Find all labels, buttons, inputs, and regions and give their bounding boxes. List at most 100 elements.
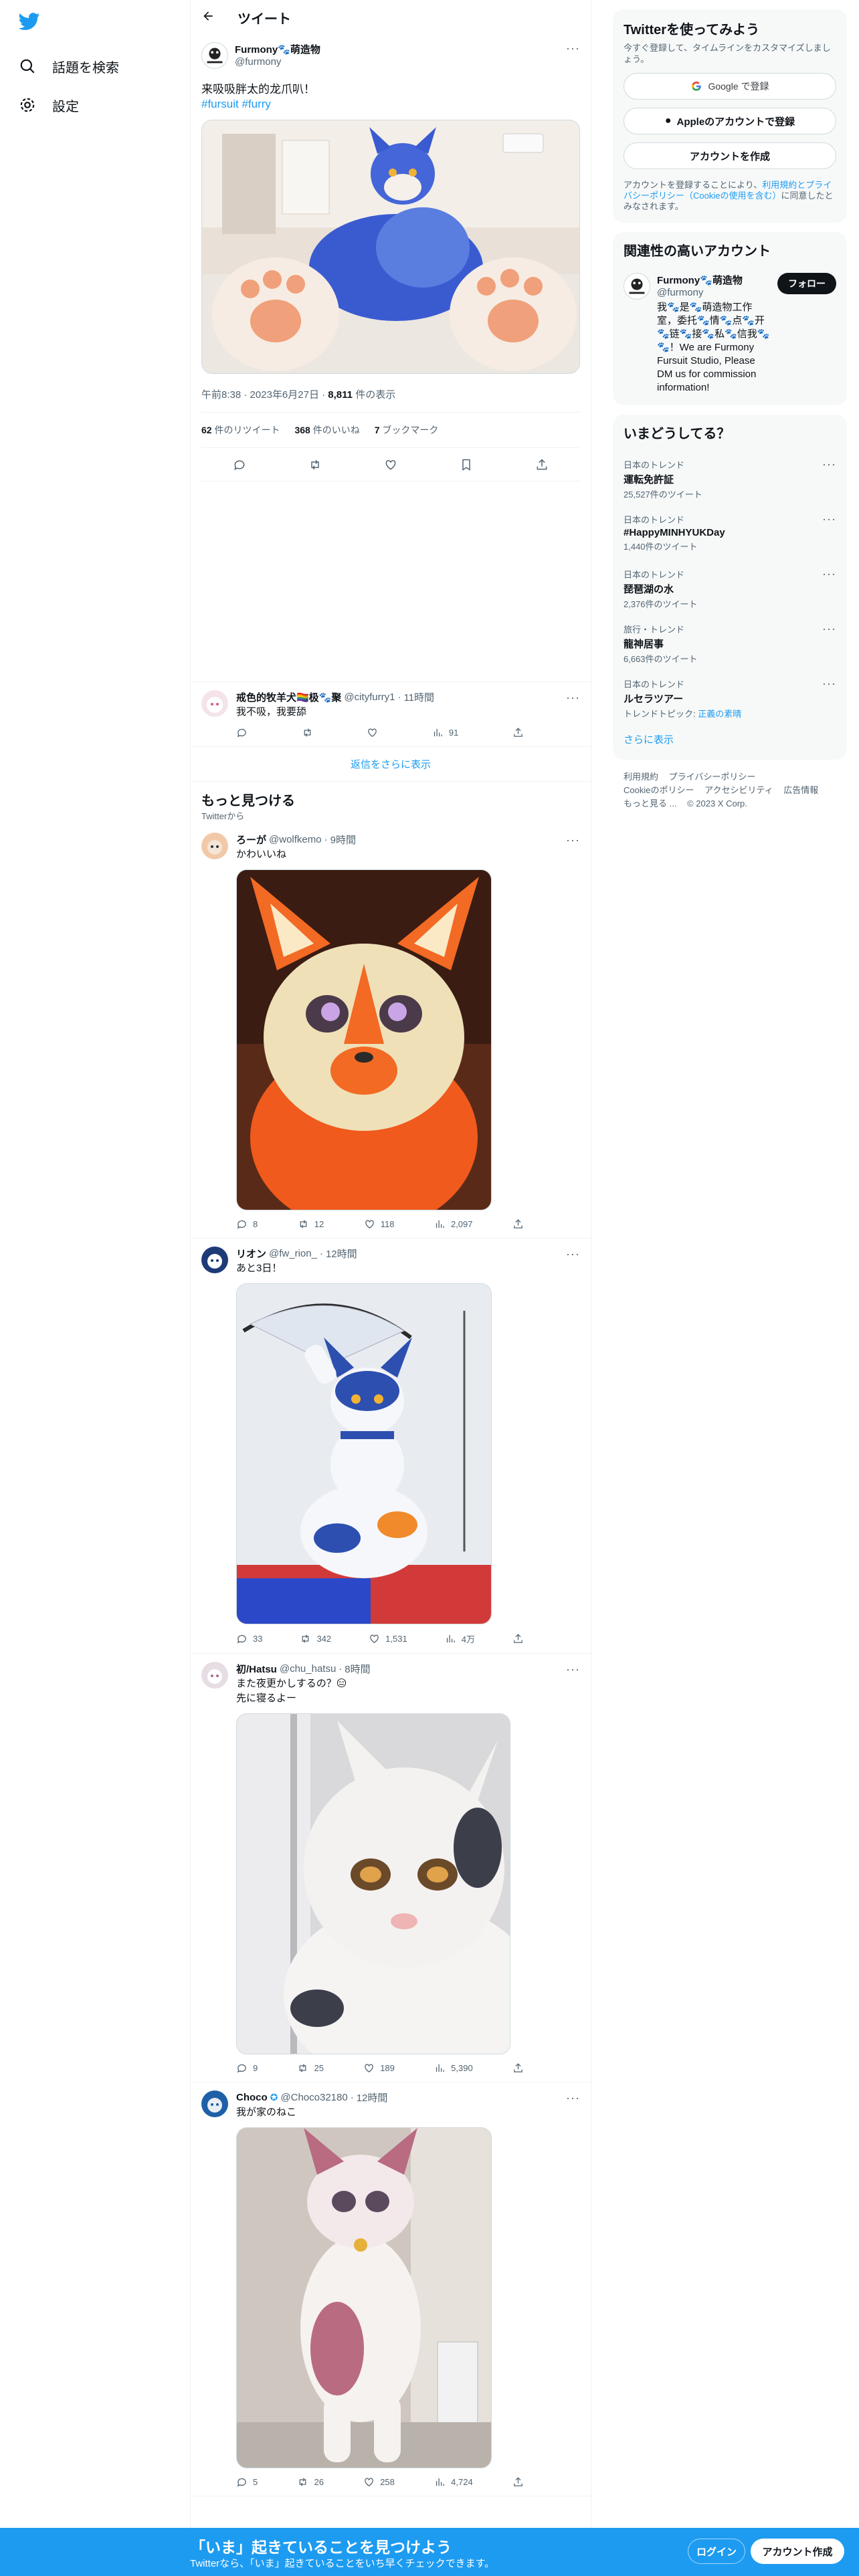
more-icon[interactable]: ··· [566,691,580,704]
trend-topic-link[interactable]: 正義の素晴 [698,709,741,719]
views-button[interactable]: 2,097 [434,1218,472,1230]
tweet-image[interactable] [201,120,580,374]
trends-show-more[interactable]: さらに表示 [613,726,847,757]
retweet-button[interactable]: 342 [300,1632,331,1645]
author-handle[interactable]: @fw_rion_ [269,1248,317,1259]
tweet-hashtags[interactable]: #fursuit #furry [201,97,580,112]
like-icon[interactable] [384,458,397,471]
author-handle[interactable]: @Choco32180 [280,2092,347,2103]
views-button[interactable]: 91 [432,727,458,738]
share-icon[interactable] [535,458,549,471]
list-item-tweet[interactable]: Choco ✪ @Choco32180 · 12時間 ··· 我が家のねこ 5 … [191,2082,591,2496]
author-name[interactable]: Choco [236,2092,268,2103]
avatar[interactable] [201,1662,228,1689]
avatar[interactable] [201,833,228,859]
more-icon[interactable]: ··· [822,623,836,635]
author-name[interactable]: 初/Hatsu [236,1662,277,1676]
reply-button[interactable] [236,727,248,738]
tweet-time[interactable]: 午前8:38 [201,389,241,401]
footer-terms[interactable]: 利用規約 [624,772,658,782]
tweet-date[interactable]: 2023年6月27日 [250,389,319,401]
author-name[interactable]: Furmony🐾萌造物 [235,42,559,56]
avatar[interactable] [201,42,228,69]
bookmarks-stat[interactable]: 7 ブックマーク [375,423,439,437]
footer-ads[interactable]: 広告情報 [783,785,818,795]
author-handle[interactable]: @chu_hatsu [280,1663,336,1675]
trend-item[interactable]: 日本のトレンド 運転免許証 25,527件のツイート ··· [613,451,847,506]
bookmark-icon[interactable] [460,458,473,471]
reply-button[interactable]: 8 [236,1218,258,1230]
list-item-tweet[interactable]: ろーが @wolfkemo · 9時間 ··· かわいいね 8 12 118 2… [191,825,591,1239]
share-button[interactable] [512,1218,524,1230]
author-handle[interactable]: @wolfkemo [269,834,322,845]
reply-icon[interactable] [233,458,246,471]
like-button[interactable]: 1,531 [369,1632,407,1645]
more-icon[interactable]: ··· [566,2092,580,2104]
tweet-time[interactable]: 11時間 [403,690,434,704]
twitter-logo-icon[interactable] [16,8,43,35]
share-button[interactable] [512,727,524,738]
reply-button[interactable]: 33 [236,1632,262,1645]
views-button[interactable]: 4,724 [434,2476,473,2488]
nav-settings[interactable]: 設定 [16,86,174,124]
like-button[interactable]: 258 [363,2476,395,2488]
footer-cookie[interactable]: Cookieのポリシー [624,785,694,795]
terms-link[interactable]: 利用規約 [762,180,797,190]
tweet-time[interactable]: 8時間 [345,1662,370,1676]
avatar[interactable] [201,1247,228,1273]
tweet-time[interactable]: 12時間 [326,1247,357,1261]
tweet-time[interactable]: 9時間 [330,833,356,847]
tweet-time[interactable]: 12時間 [357,2090,388,2105]
likes-stat[interactable]: 368 件のいいね [294,423,359,437]
reply-button[interactable]: 5 [236,2476,258,2488]
apple-signup-button[interactable]: ● Appleのアカウントで登録 [624,108,836,134]
tweet-image[interactable] [236,1713,510,2054]
tweet-image[interactable] [236,869,492,1210]
share-button[interactable] [512,1632,524,1645]
reply-button[interactable]: 9 [236,2062,258,2074]
related-handle[interactable]: @furmony [657,287,771,298]
author-handle[interactable]: @furmony [235,56,559,68]
login-button[interactable]: ログイン [688,2539,745,2564]
views-button[interactable]: 4万 [445,1632,475,1645]
tweet-image[interactable] [236,2127,492,2468]
footer-privacy[interactable]: プライバシーポリシー [669,772,756,782]
trend-item[interactable]: 日本のトレンド 琵琶湖の水 2,376件のツイート ··· [613,561,847,616]
retweet-button[interactable]: 25 [297,2062,324,2074]
more-icon[interactable]: ··· [566,42,580,54]
author-name[interactable]: リオン [236,1247,266,1261]
retweets-stat[interactable]: 62 件のリツイート [201,423,280,437]
retweet-button[interactable]: 12 [298,1218,324,1230]
trend-item[interactable]: 日本のトレンド ルセラツアー トレンドトピック: 正義の素晴 ··· [613,671,847,726]
views-button[interactable]: 5,390 [434,2062,473,2074]
author-name[interactable]: 戒色的牧羊犬🏳️‍🌈极🐾聚 [236,690,341,704]
cookie-link[interactable]: （Cookieの使用を含む） [684,191,781,201]
more-icon[interactable]: ··· [822,458,836,470]
list-item-tweet[interactable]: リオン @fw_rion_ · 12時間 ··· あと3日！ 33 342 1,… [191,1239,591,1654]
like-button[interactable]: 118 [364,1218,394,1230]
back-arrow-icon[interactable] [201,9,215,26]
more-icon[interactable]: ··· [822,568,836,580]
google-signup-button[interactable]: Google で登録 [624,73,836,100]
retweet-button[interactable]: 26 [297,2476,324,2488]
tweet-image[interactable] [236,1283,492,1624]
retweet-button[interactable] [302,727,313,738]
more-icon[interactable]: ··· [822,677,836,689]
more-icon[interactable]: ··· [566,834,580,846]
author-handle[interactable]: @cityfurry1 [344,691,395,703]
retweet-icon[interactable] [308,458,322,471]
list-item-tweet[interactable]: 初/Hatsu @chu_hatsu · 8時間 ··· また夜更かしするの？😑… [191,1654,591,2082]
footer-more[interactable]: もっと見る ... [624,798,676,809]
avatar[interactable] [201,690,228,717]
follow-button[interactable]: フォロー [777,273,836,294]
trend-item[interactable]: 旅行・トレンド 龍神居事 6,663件のツイート ··· [613,616,847,671]
more-icon[interactable]: ··· [566,1663,580,1675]
reply-tweet[interactable]: 戒色的牧羊犬🏳️‍🌈极🐾聚 @cityfurry1 · 11時間 ··· 我不吸… [191,682,591,747]
more-icon[interactable]: ··· [566,1248,580,1260]
show-more-replies-button[interactable]: 返信をさらに表示 [191,747,591,782]
trend-item[interactable]: 日本のトレンド #HappyMINHYUKDay 1,440件のツイート ··· [613,506,847,561]
share-button[interactable] [512,2476,524,2488]
like-button[interactable]: 189 [363,2062,395,2074]
share-button[interactable] [512,2062,524,2074]
related-name[interactable]: Furmony🐾萌造物 [657,273,771,287]
